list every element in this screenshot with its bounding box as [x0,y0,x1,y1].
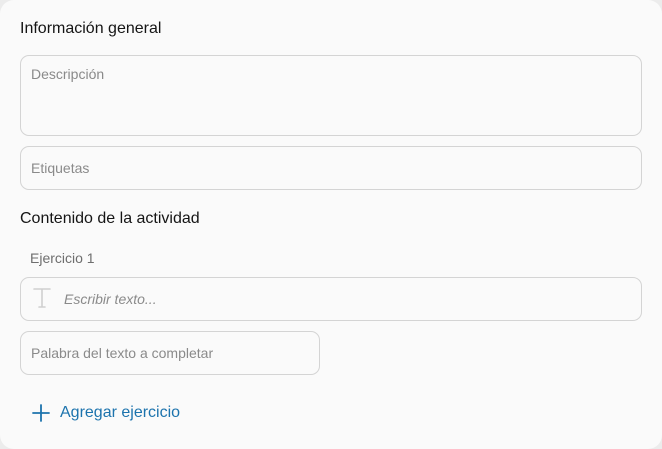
exercise-text-field[interactable]: Escribir texto... [20,277,642,321]
exercise-text-placeholder: Escribir texto... [64,291,157,307]
activity-form-card: Información general Descripción Etiqueta… [0,0,662,449]
description-field[interactable]: Descripción [20,55,642,136]
add-exercise-button[interactable]: Agregar ejercicio [32,402,180,424]
exercise-label: Ejercicio 1 [30,250,95,266]
tags-field[interactable]: Etiquetas [20,146,642,190]
description-placeholder: Descripción [31,66,105,82]
word-to-complete-placeholder: Palabra del texto a completar [31,345,214,361]
activity-content-title: Contenido de la actividad [20,210,200,227]
word-to-complete-field[interactable]: Palabra del texto a completar [20,331,320,375]
add-exercise-label: Agregar ejercicio [60,404,181,421]
tags-placeholder: Etiquetas [31,160,90,176]
text-format-icon [33,288,51,308]
plus-icon [32,404,50,422]
general-info-title: Información general [20,20,162,37]
